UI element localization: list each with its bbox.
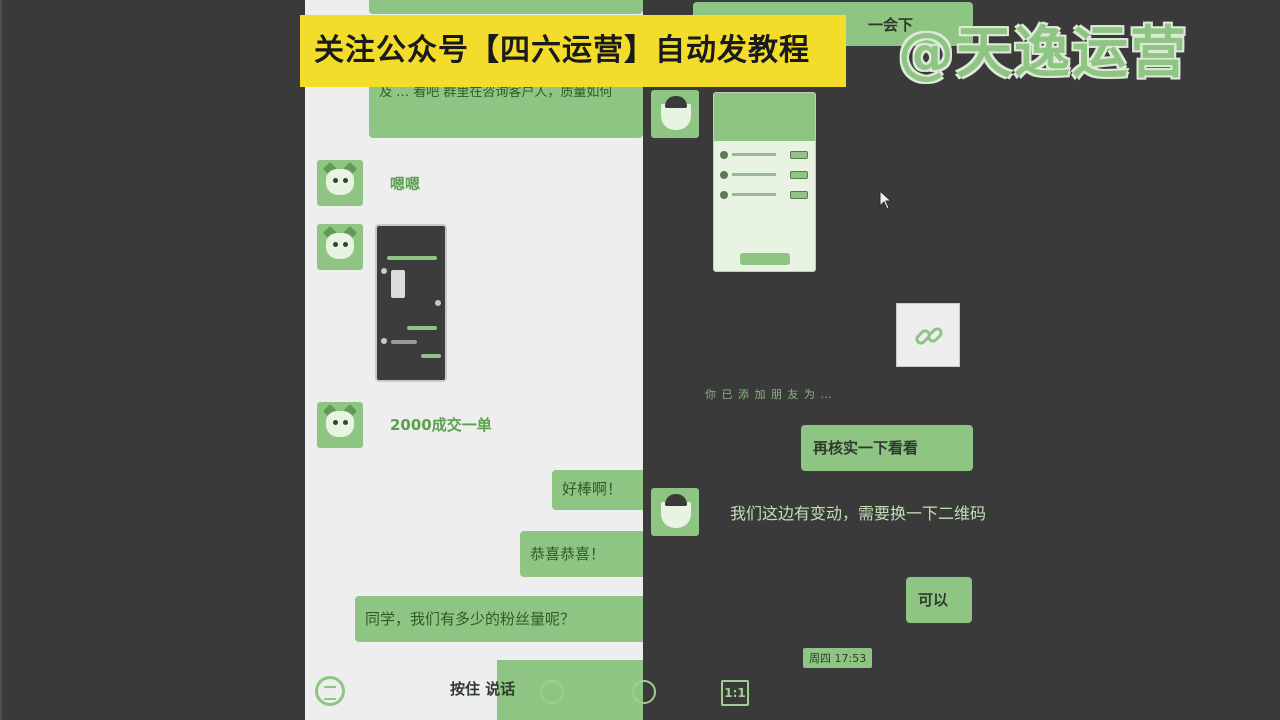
- zoom-out-icon[interactable]: [632, 680, 656, 704]
- link-card[interactable]: [896, 303, 960, 367]
- link-icon: [915, 327, 943, 345]
- promo-banner: 关注公众号【四六运营】自动发教程: [300, 15, 846, 87]
- timestamp: 周四 17:53: [803, 648, 873, 668]
- edge-strip: [0, 0, 2, 720]
- left-chat-panel: 及 … 看吧 群里在咨询客户人，质量如何 嗯嗯 2000成交一单 好棒啊！ 恭喜…: [305, 0, 643, 720]
- ratio-button[interactable]: 1:1: [721, 680, 749, 706]
- contact-avatar[interactable]: [317, 402, 363, 448]
- press-to-talk-button-bg[interactable]: [497, 660, 643, 720]
- contact-avatar[interactable]: [651, 488, 699, 536]
- image-message[interactable]: [713, 92, 816, 272]
- system-notice: 你 已 添 加 朋 友 为 …: [705, 388, 833, 401]
- partial-bubble: [369, 0, 643, 14]
- voice-toggle-icon[interactable]: [315, 676, 345, 706]
- right-chat-panel: 一会下 你 已 添 加 朋 友 为 … 再核实一下看看 我们这边有变动，需要换一…: [643, 0, 1280, 720]
- chat-message-sent: 好棒啊！: [552, 470, 643, 510]
- chat-message-sent: 恭喜恭喜！: [520, 531, 643, 577]
- contact-avatar[interactable]: [651, 90, 699, 138]
- press-to-talk-label[interactable]: 按住 说话: [450, 678, 515, 699]
- chat-message-received: 我们这边有变动，需要换一下二维码: [730, 504, 987, 523]
- input-bar: 按住 说话: [305, 660, 643, 720]
- image-message[interactable]: [375, 224, 447, 382]
- contact-avatar[interactable]: [317, 160, 363, 206]
- chat-message-sent: 同学，我们有多少的粉丝量呢？: [355, 596, 643, 642]
- chat-message-sent: 可以: [906, 577, 972, 623]
- screen: 及 … 看吧 群里在咨询客户人，质量如何 嗯嗯 2000成交一单 好棒啊！ 恭喜…: [0, 0, 1280, 720]
- chat-message-received: 2000成交一单: [390, 416, 492, 434]
- chat-message-received: 嗯嗯: [390, 175, 421, 193]
- watermark: @天逸运营: [898, 21, 1188, 86]
- mouse-cursor-icon: [879, 190, 893, 210]
- zoom-in-icon[interactable]: [540, 680, 564, 704]
- contact-avatar[interactable]: [317, 224, 363, 270]
- chat-message-sent: 再核实一下看看: [801, 425, 973, 471]
